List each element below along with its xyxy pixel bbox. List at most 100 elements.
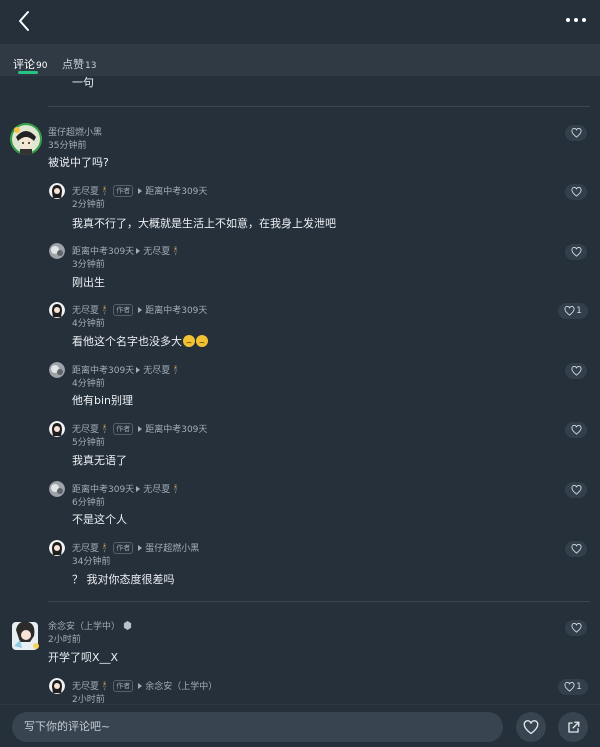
- heart-icon: [523, 719, 539, 734]
- like-button[interactable]: [565, 125, 587, 141]
- reply-header: 无尽夏🕴 作者 蛋仔超燃小黑: [72, 541, 199, 554]
- like-post-button[interactable]: [516, 712, 546, 742]
- heart-icon: [570, 485, 582, 495]
- replier-name[interactable]: 无尽夏🕴: [72, 682, 110, 692]
- avatar[interactable]: [49, 243, 65, 259]
- emoji-icon: [183, 335, 195, 347]
- reply-time: 34分钟前: [72, 557, 111, 567]
- reply-to-name[interactable]: 无尽夏🕴: [143, 485, 181, 495]
- avatar[interactable]: [49, 540, 65, 556]
- avatar[interactable]: [49, 481, 65, 497]
- reply-arrow-icon: [138, 545, 143, 551]
- replier-name[interactable]: 无尽夏🕴: [72, 306, 110, 316]
- avatar[interactable]: [49, 362, 65, 378]
- reply-header: 无尽夏🕴 作者 距离中考309天: [72, 422, 207, 435]
- replier-name[interactable]: 距离中考309天: [72, 485, 134, 495]
- heart-icon: [570, 544, 582, 554]
- reply-header: 无尽夏🕴 作者 距离中考309天: [72, 184, 207, 197]
- share-button[interactable]: [558, 712, 588, 742]
- reply-arrow-icon: [138, 188, 143, 194]
- reply-to-name[interactable]: 距离中考309天: [145, 425, 207, 435]
- reply-arrow-icon: [138, 683, 143, 689]
- tab-likes[interactable]: 点赞13: [62, 56, 96, 72]
- like-button[interactable]: [565, 541, 587, 557]
- tab-label: 评论: [13, 58, 35, 71]
- reply-text-row[interactable]: 看他这个名字也没多大: [72, 333, 208, 349]
- reply-header: 距离中考309天 无尽夏🕴: [72, 482, 181, 495]
- like-button[interactable]: [565, 482, 587, 498]
- comment-time: 35分钟前: [48, 141, 87, 151]
- reply-to-name[interactable]: 距离中考309天: [145, 306, 207, 316]
- replier-name[interactable]: 距离中考309天: [72, 366, 134, 376]
- commenter-name-row: 余念安（上学中）: [48, 619, 132, 632]
- tab-count: 90: [36, 61, 48, 71]
- comment-text[interactable]: 被说中了吗?: [48, 154, 109, 170]
- comment-input[interactable]: 写下你的评论吧~: [12, 712, 503, 742]
- avatar[interactable]: [49, 678, 65, 694]
- comment-list: 一句 蛋仔超燃小黑 35分钟前 被说中了吗? 无尽夏🕴 作者 距离中考309天 2分…: [0, 76, 600, 704]
- heart-icon: [570, 128, 582, 138]
- reply-arrow-icon: [138, 307, 143, 313]
- reply-time: 6分钟前: [72, 498, 105, 508]
- avatar[interactable]: [10, 618, 42, 650]
- heart-icon: [570, 425, 582, 435]
- previous-comment-text: 一句: [72, 76, 94, 89]
- like-button[interactable]: 1: [558, 303, 588, 319]
- reply-text[interactable]: ？ 我对你态度很差吗: [72, 571, 175, 587]
- reply-time: 4分钟前: [72, 319, 105, 329]
- replier-name[interactable]: 无尽夏🕴: [72, 187, 110, 197]
- reply-to-name[interactable]: 余念安（上学中）: [145, 682, 217, 692]
- active-tab-indicator: [18, 71, 38, 74]
- reply-time: 3分钟前: [72, 260, 105, 270]
- verified-badge-icon: [123, 621, 131, 630]
- avatar[interactable]: [10, 123, 42, 155]
- reply-arrow-icon: [136, 367, 141, 373]
- reply-text[interactable]: 不是这个人: [72, 511, 127, 527]
- reply-text[interactable]: 刚出生: [72, 274, 105, 290]
- reply-header: 无尽夏🕴 作者 距离中考309天: [72, 303, 207, 316]
- divider: [48, 106, 590, 107]
- avatar[interactable]: [49, 302, 65, 318]
- tab-bar: 评论90 点赞13: [0, 44, 600, 76]
- reply-to-name[interactable]: 蛋仔超燃小黑: [145, 544, 199, 554]
- reply-text[interactable]: 我真无语了: [72, 452, 127, 468]
- like-button[interactable]: [565, 620, 587, 636]
- like-button[interactable]: [565, 184, 587, 200]
- heart-icon: [564, 306, 575, 316]
- reply-text[interactable]: 我真不行了，大概就是生活上不如意，在我身上发泄吧: [72, 215, 336, 231]
- avatar[interactable]: [49, 421, 65, 437]
- reply-arrow-icon: [136, 486, 141, 492]
- commenter-name[interactable]: 蛋仔超燃小黑: [48, 125, 102, 138]
- reply-to-name[interactable]: 无尽夏🕴: [143, 247, 181, 257]
- replier-name[interactable]: 无尽夏🕴: [72, 425, 110, 435]
- reply-text[interactable]: 他有bin别理: [72, 392, 133, 408]
- reply-header: 距离中考309天 无尽夏🕴: [72, 363, 181, 376]
- author-badge: 作者: [113, 680, 134, 692]
- like-button[interactable]: 1: [558, 679, 588, 695]
- reply-time: 2分钟前: [72, 200, 105, 210]
- like-button[interactable]: [565, 422, 587, 438]
- share-icon: [567, 721, 579, 733]
- more-icon[interactable]: [564, 10, 588, 30]
- reply-header: 无尽夏🕴 作者 余念安（上学中）: [72, 679, 217, 692]
- replier-name[interactable]: 距离中考309天: [72, 247, 134, 257]
- heart-icon: [564, 682, 575, 692]
- like-count: 1: [576, 682, 582, 692]
- tab-label: 点赞: [62, 58, 84, 71]
- commenter-name[interactable]: 余念安（上学中）: [48, 622, 120, 632]
- back-arrow-icon[interactable]: [14, 9, 36, 33]
- reply-to-name[interactable]: 距离中考309天: [145, 187, 207, 197]
- reply-text: 看他这个名字也没多大: [72, 335, 182, 348]
- like-button[interactable]: [565, 363, 587, 379]
- reply-to-name[interactable]: 无尽夏🕴: [143, 366, 181, 376]
- author-badge: 作者: [113, 304, 134, 316]
- like-button[interactable]: [565, 244, 587, 260]
- avatar[interactable]: [49, 183, 65, 199]
- divider: [48, 601, 590, 602]
- heart-icon: [570, 247, 582, 257]
- comment-text[interactable]: 开学了呗X__X: [48, 649, 118, 665]
- reply-header: 距离中考309天 无尽夏🕴: [72, 244, 181, 257]
- replier-name[interactable]: 无尽夏🕴: [72, 544, 110, 554]
- heart-icon: [570, 187, 582, 197]
- tab-comments[interactable]: 评论90: [13, 56, 47, 72]
